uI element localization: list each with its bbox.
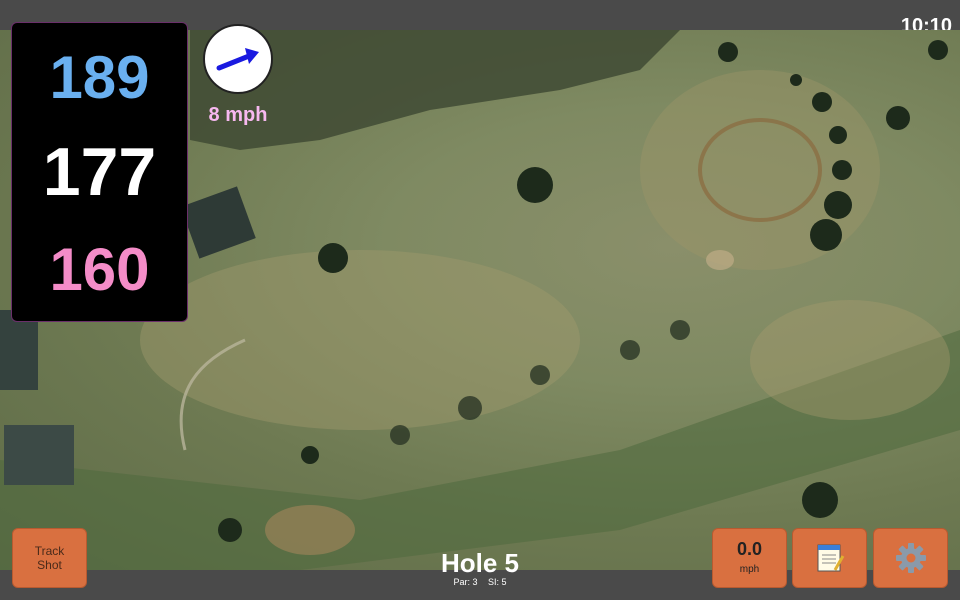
track-shot-button[interactable]: Track Shot	[12, 528, 87, 588]
hole-info: Par: 3 SI: 5	[380, 577, 580, 587]
speed-unit: mph	[739, 564, 760, 575]
speed-value: 0.0	[736, 539, 763, 559]
track-shot-label-2: Shot	[37, 558, 62, 572]
back-yardage: 189	[49, 44, 150, 111]
track-shot-label-1: Track	[34, 544, 65, 558]
wind-speed: 8 mph	[208, 104, 268, 126]
gear-icon	[895, 543, 926, 573]
hole-si: SI: 5	[488, 577, 507, 587]
middle-yardage: 177	[42, 134, 157, 210]
notes-button[interactable]	[792, 528, 867, 588]
notepad-icon	[817, 544, 844, 572]
settings-button[interactable]	[873, 528, 948, 588]
speed-button[interactable]: 0.0 mph	[712, 528, 787, 588]
front-yardage: 160	[49, 236, 150, 303]
wind-arrow-icon	[216, 48, 259, 71]
wind-indicator	[203, 24, 273, 94]
yardage-panel: 189 177 160	[11, 22, 188, 322]
hole-title: Hole 5	[440, 548, 520, 578]
hole-par: Par: 3	[453, 577, 478, 587]
